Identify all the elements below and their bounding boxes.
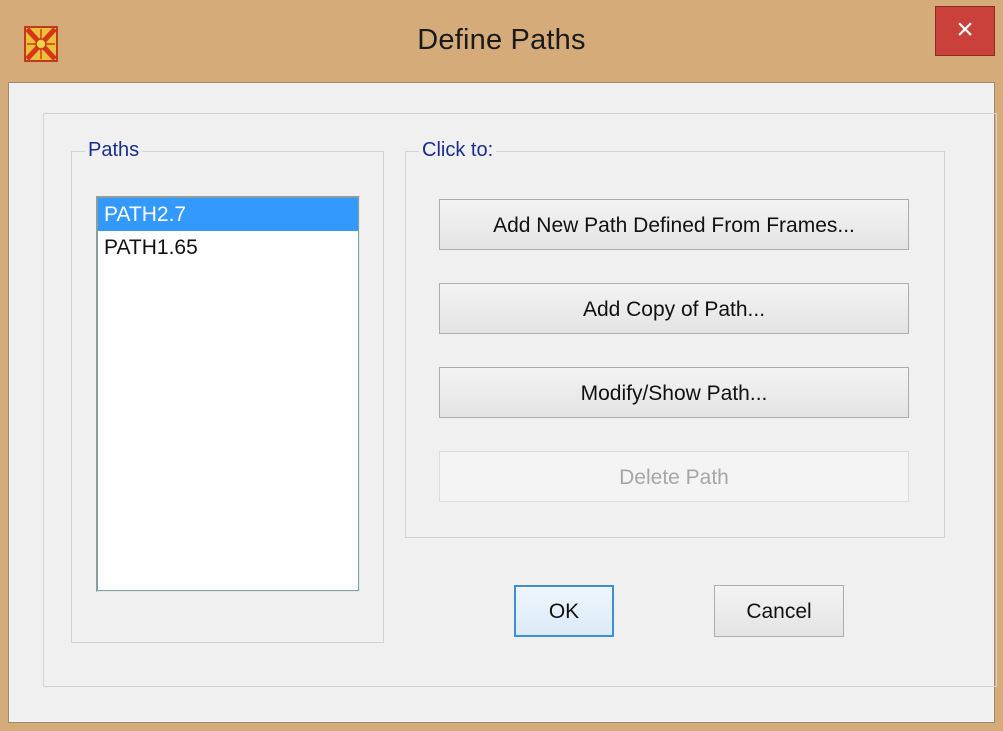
cancel-button[interactable]: Cancel [714,585,844,637]
path-list-item[interactable]: PATH2.7 [98,198,358,231]
add-new-path-button[interactable]: Add New Path Defined From Frames... [439,199,909,250]
delete-path-button: Delete Path [439,451,909,502]
dialog-body: Paths PATH2.7 PATH1.65 Click to: Add New… [8,82,997,723]
ok-button[interactable]: OK [514,585,614,637]
modify-show-path-button[interactable]: Modify/Show Path... [439,367,909,418]
click-to-legend: Click to: [419,138,497,162]
close-button[interactable]: × [935,6,995,56]
window-title: Define Paths [417,24,586,56]
path-list-item[interactable]: PATH1.65 [98,231,358,264]
paths-legend: Paths [85,138,143,162]
define-paths-dialog: Define Paths × Paths PATH2.7 PATH1.65 Cl… [0,0,1003,731]
paths-listbox[interactable]: PATH2.7 PATH1.65 [96,196,360,592]
add-copy-of-path-button[interactable]: Add Copy of Path... [439,283,909,334]
title-bar[interactable]: Define Paths × [0,0,1003,82]
close-icon: × [956,13,974,46]
